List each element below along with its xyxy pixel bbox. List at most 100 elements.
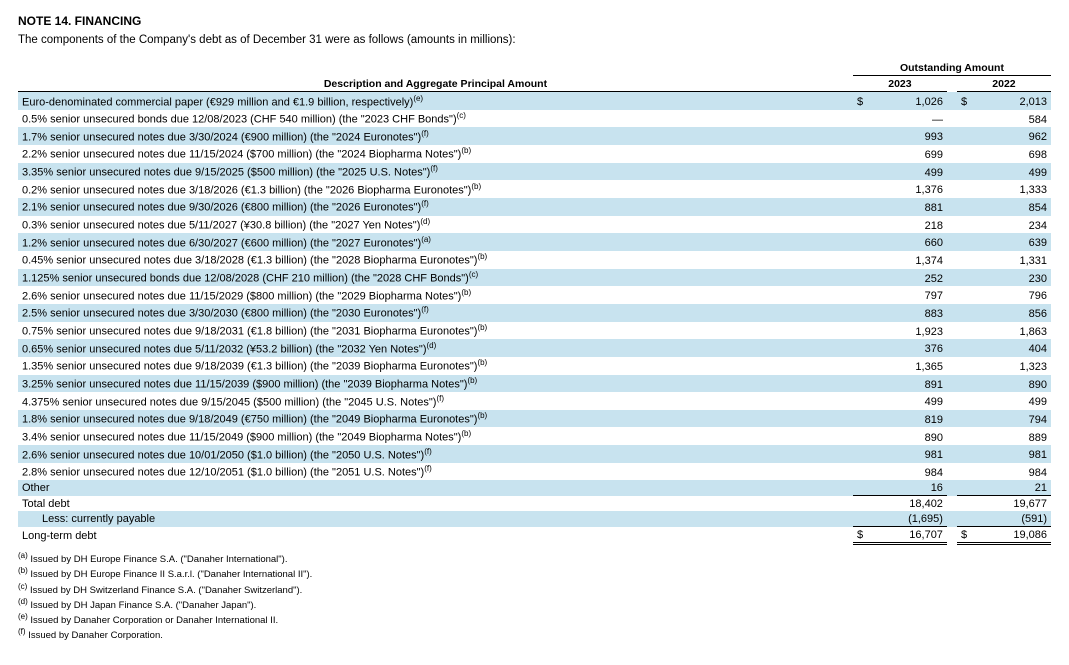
row-description: 1.8% senior unsecured notes due 9/18/204… <box>18 410 853 428</box>
value-2023: — <box>867 110 947 128</box>
note-title: NOTE 14. FINANCING <box>18 14 1051 28</box>
currency-symbol: $ <box>853 527 867 544</box>
table-row: 0.2% senior unsecured notes due 3/18/202… <box>18 180 1051 198</box>
value-2022: 889 <box>971 427 1051 445</box>
less-currently-payable-label: Less: currently payable <box>18 511 853 527</box>
value-2022: 1,333 <box>971 180 1051 198</box>
value-2023: 984 <box>867 463 947 481</box>
long-term-debt-label: Long-term debt <box>18 527 853 544</box>
intro-text: The components of the Company's debt as … <box>18 34 1051 46</box>
value-2023: 16 <box>867 480 947 496</box>
row-description: 1.35% senior unsecured notes due 9/18/20… <box>18 357 853 375</box>
value-2022: 584 <box>971 110 1051 128</box>
value-2023: 1,026 <box>867 92 947 110</box>
row-description: 2.1% senior unsecured notes due 9/30/202… <box>18 198 853 216</box>
value-2023: 499 <box>867 392 947 410</box>
value-2022: 962 <box>971 127 1051 145</box>
value-2022: 499 <box>971 163 1051 181</box>
value-2022: 21 <box>971 480 1051 496</box>
footnote: (e) Issued by Danaher Corporation or Dan… <box>18 612 1051 627</box>
table-row: Other 16 21 <box>18 480 1051 496</box>
value-2023: 252 <box>867 269 947 287</box>
value-2023: 660 <box>867 233 947 251</box>
row-description: 1.125% senior unsecured bonds due 12/08/… <box>18 269 853 287</box>
value-2022: 1,331 <box>971 251 1051 269</box>
row-description: 4.375% senior unsecured notes due 9/15/2… <box>18 392 853 410</box>
table-row: 1.125% senior unsecured bonds due 12/08/… <box>18 269 1051 287</box>
value-2023: 883 <box>867 304 947 322</box>
footnote: (f) Issued by Danaher Corporation. <box>18 627 1051 642</box>
row-description: 3.25% senior unsecured notes due 11/15/2… <box>18 375 853 393</box>
value-2023: 819 <box>867 410 947 428</box>
value-2023: 981 <box>867 445 947 463</box>
value-2023: 499 <box>867 163 947 181</box>
value-2022: 856 <box>971 304 1051 322</box>
row-description: Euro-denominated commercial paper (€929 … <box>18 92 853 110</box>
value-2023: 797 <box>867 286 947 304</box>
table-row: 0.3% senior unsecured notes due 5/11/202… <box>18 216 1051 234</box>
table-row: 2.1% senior unsecured notes due 9/30/202… <box>18 198 1051 216</box>
year-2022-header: 2022 <box>957 76 1051 92</box>
row-description: 2.2% senior unsecured notes due 11/15/20… <box>18 145 853 163</box>
row-description: 0.2% senior unsecured notes due 3/18/202… <box>18 180 853 198</box>
year-2023-header: 2023 <box>853 76 947 92</box>
row-description: 3.4% senior unsecured notes due 11/15/20… <box>18 427 853 445</box>
value-2022: 1,863 <box>971 322 1051 340</box>
table-row: 1.7% senior unsecured notes due 3/30/202… <box>18 127 1051 145</box>
currency-symbol: $ <box>957 527 971 544</box>
table-row: Euro-denominated commercial paper (€929 … <box>18 92 1051 110</box>
footnote: (b) Issued by DH Europe Finance II S.a.r… <box>18 566 1051 581</box>
value-2023: 881 <box>867 198 947 216</box>
table-row: 1.35% senior unsecured notes due 9/18/20… <box>18 357 1051 375</box>
row-description: 0.3% senior unsecured notes due 5/11/202… <box>18 216 853 234</box>
footnote: (c) Issued by DH Switzerland Finance S.A… <box>18 582 1051 597</box>
value-2022: 2,013 <box>971 92 1051 110</box>
footnote: (a) Issued by DH Europe Finance S.A. ("D… <box>18 551 1051 566</box>
value-2023: 1,376 <box>867 180 947 198</box>
currency-symbol: $ <box>853 92 867 110</box>
table-row: 2.8% senior unsecured notes due 12/10/20… <box>18 463 1051 481</box>
row-description: Other <box>18 480 853 496</box>
financing-table: Outstanding Amount Description and Aggre… <box>18 60 1051 545</box>
row-description: 2.6% senior unsecured notes due 11/15/20… <box>18 286 853 304</box>
table-row: 0.5% senior unsecured bonds due 12/08/20… <box>18 110 1051 128</box>
value-2022: 794 <box>971 410 1051 428</box>
value-2023: 1,923 <box>867 322 947 340</box>
table-row: 4.375% senior unsecured notes due 9/15/2… <box>18 392 1051 410</box>
row-description: 2.8% senior unsecured notes due 12/10/20… <box>18 463 853 481</box>
value-2022: 404 <box>971 339 1051 357</box>
value-2023: 699 <box>867 145 947 163</box>
less-currently-payable-2022: (591) <box>971 511 1051 527</box>
value-2022: 698 <box>971 145 1051 163</box>
outstanding-header: Outstanding Amount <box>853 60 1051 76</box>
long-term-debt-2022: 19,086 <box>971 527 1051 544</box>
table-row: 3.35% senior unsecured notes due 9/15/20… <box>18 163 1051 181</box>
value-2022: 981 <box>971 445 1051 463</box>
value-2022: 854 <box>971 198 1051 216</box>
row-description: 3.35% senior unsecured notes due 9/15/20… <box>18 163 853 181</box>
less-currently-payable-2023: (1,695) <box>867 511 947 527</box>
value-2022: 890 <box>971 375 1051 393</box>
row-description: 0.45% senior unsecured notes due 3/18/20… <box>18 251 853 269</box>
description-header: Description and Aggregate Principal Amou… <box>18 76 853 92</box>
row-description: 2.6% senior unsecured notes due 10/01/20… <box>18 445 853 463</box>
footnote: (d) Issued by DH Japan Finance S.A. ("Da… <box>18 597 1051 612</box>
row-description: 1.7% senior unsecured notes due 3/30/202… <box>18 127 853 145</box>
value-2022: 796 <box>971 286 1051 304</box>
value-2022: 230 <box>971 269 1051 287</box>
value-2022: 499 <box>971 392 1051 410</box>
value-2023: 890 <box>867 427 947 445</box>
total-debt-2023: 18,402 <box>867 496 947 512</box>
row-description: 0.75% senior unsecured notes due 9/18/20… <box>18 322 853 340</box>
currency-symbol: $ <box>957 92 971 110</box>
table-row: 1.2% senior unsecured notes due 6/30/202… <box>18 233 1051 251</box>
value-2022: 639 <box>971 233 1051 251</box>
row-description: 0.5% senior unsecured bonds due 12/08/20… <box>18 110 853 128</box>
value-2023: 993 <box>867 127 947 145</box>
table-row: 0.45% senior unsecured notes due 3/18/20… <box>18 251 1051 269</box>
long-term-debt-2023: 16,707 <box>867 527 947 544</box>
value-2023: 1,374 <box>867 251 947 269</box>
table-row: 0.75% senior unsecured notes due 9/18/20… <box>18 322 1051 340</box>
value-2023: 891 <box>867 375 947 393</box>
table-row: 1.8% senior unsecured notes due 9/18/204… <box>18 410 1051 428</box>
